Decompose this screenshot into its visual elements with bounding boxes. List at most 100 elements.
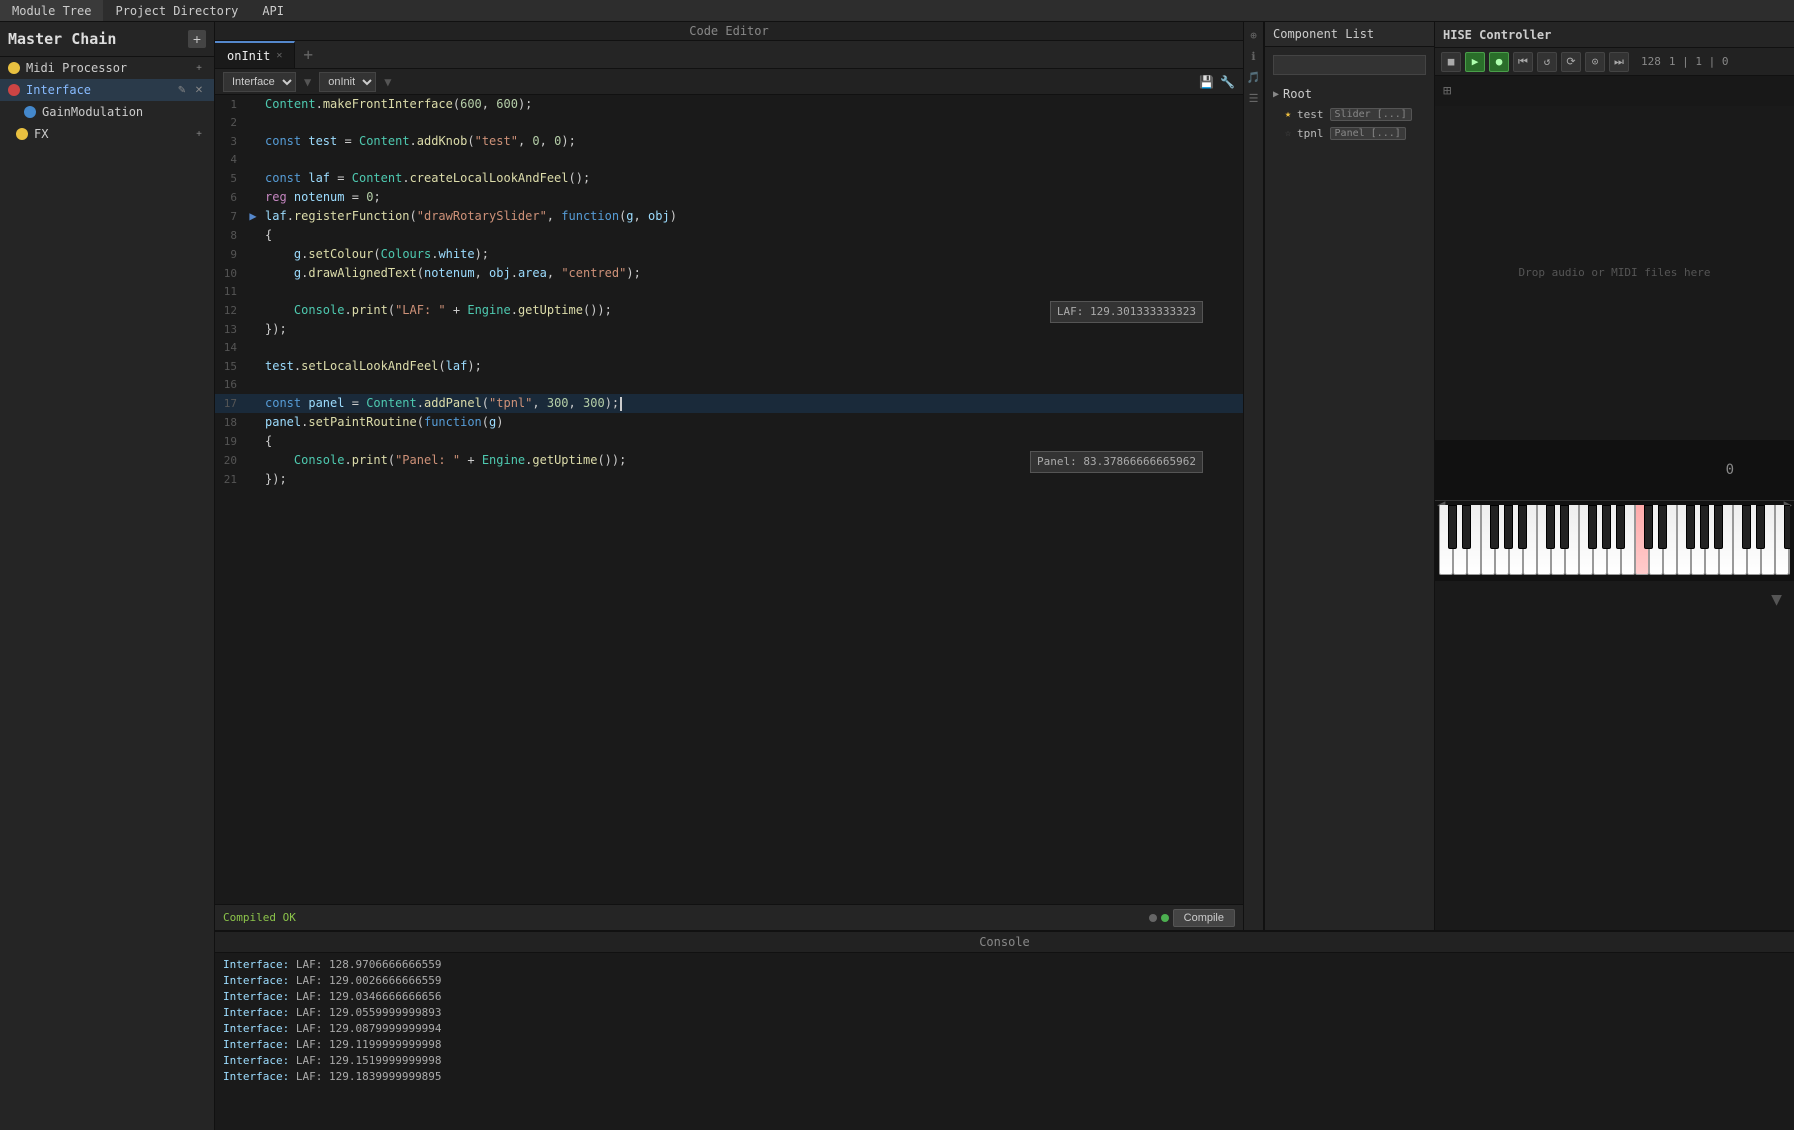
tab-oninit-close[interactable]: ✕ (276, 50, 282, 61)
piano-black-key[interactable] (1490, 505, 1499, 549)
piano-black-key[interactable] (1714, 505, 1723, 549)
indicator-dot-green (1161, 914, 1169, 922)
code-line-7: 7 ▶ laf.registerFunction("drawRotarySlid… (215, 207, 1243, 226)
hise-toolbar: ■ ▶ ● ⏮ ↺ ⟳ ⊙ ⏭ 128 1 | 1 | 0 (1435, 48, 1794, 76)
piano-black-key[interactable] (1504, 505, 1513, 549)
console-line: Interface: LAF: 129.0559999999893 (223, 1005, 1786, 1021)
piano-black-key[interactable] (1448, 505, 1457, 549)
menu-project-directory[interactable]: Project Directory (103, 0, 250, 21)
code-area[interactable]: 1 Content.makeFrontInterface(600, 600); … (215, 95, 1243, 904)
interface-close-btn[interactable]: ✕ (192, 83, 206, 97)
component-root: ▶ Root (1265, 83, 1434, 105)
piano-black-key[interactable] (1602, 505, 1611, 549)
piano-black-key[interactable] (1686, 505, 1695, 549)
save-icon[interactable]: 💾 (1199, 75, 1214, 89)
code-line-8: 8 { (215, 226, 1243, 245)
panel-icon-2[interactable]: ℹ (1245, 47, 1263, 65)
settings-icon[interactable]: 🔧 (1220, 75, 1235, 89)
module-item-gain-modulation[interactable]: GainModulation (0, 101, 214, 123)
test-star: ★ (1285, 109, 1291, 120)
code-line-17: 17 const panel = Content.addPanel("tpnl"… (215, 394, 1243, 413)
left-panel: Master Chain + Midi Processor + Interfac… (0, 22, 215, 1130)
code-line-19: 19 { (215, 432, 1243, 451)
console-content[interactable]: Interface: LAF: 128.9706666666559Interfa… (215, 953, 1794, 1130)
piano-black-key[interactable] (1784, 505, 1790, 549)
console-label: Interface: (223, 1054, 289, 1067)
hise-record-btn[interactable]: ● (1489, 52, 1509, 72)
module-item-interface[interactable]: Interface ✎ ✕ (0, 79, 214, 101)
panel-icon-4[interactable]: ☰ (1245, 89, 1263, 107)
file-select[interactable]: Interface (223, 72, 296, 92)
console-label: Interface: (223, 974, 289, 987)
compile-indicators: Compile (1149, 909, 1235, 927)
piano-black-key[interactable] (1756, 505, 1765, 549)
piano-black-key[interactable] (1588, 505, 1597, 549)
hise-forward-btn[interactable]: ⏭ (1609, 52, 1629, 72)
fx-add-btn[interactable]: + (192, 127, 206, 141)
piano-black-key[interactable] (1546, 505, 1555, 549)
midi-processor-add-btn[interactable]: + (192, 61, 206, 75)
piano-keys[interactable] (1439, 505, 1790, 575)
console-label: Interface: (223, 990, 289, 1003)
panel-icon-3[interactable]: 🎵 (1245, 68, 1263, 86)
console-line: Interface: LAF: 128.9706666666559 (223, 957, 1786, 973)
hise-midi-btn[interactable]: ⊙ (1585, 52, 1605, 72)
tab-add-button[interactable]: + (295, 41, 321, 68)
console-label: Interface: (223, 958, 289, 971)
panel-tooltip: Panel: 83.37866666665962 (1030, 451, 1203, 473)
component-item-test[interactable]: ★ test Slider [...] (1265, 105, 1434, 124)
piano-black-key[interactable] (1700, 505, 1709, 549)
code-line-1: 1 Content.makeFrontInterface(600, 600); (215, 95, 1243, 114)
gain-modulation-name: GainModulation (42, 105, 206, 119)
piano-black-key[interactable] (1462, 505, 1471, 549)
interface-edit-btn[interactable]: ✎ (175, 83, 189, 97)
add-master-chain-button[interactable]: + (188, 30, 206, 48)
piano-black-key[interactable] (1644, 505, 1653, 549)
code-line-15: 15 test.setLocalLookAndFeel(laf); (215, 357, 1243, 376)
console-label: Interface: (223, 1070, 289, 1083)
console-label: Interface: (223, 1006, 289, 1019)
code-line-16: 16 (215, 376, 1243, 394)
piano-black-key[interactable] (1742, 505, 1751, 549)
console-label: Interface: (223, 1022, 289, 1035)
component-search-input[interactable] (1273, 55, 1426, 75)
oscilloscope-value: 0 (1726, 462, 1734, 478)
midi-processor-dot (8, 62, 20, 74)
piano-black-key[interactable] (1616, 505, 1625, 549)
compile-button[interactable]: Compile (1173, 909, 1235, 927)
code-line-5: 5 const laf = Content.createLocalLookAnd… (215, 169, 1243, 188)
menu-module-tree[interactable]: Module Tree (0, 0, 103, 21)
module-item-midi-processor[interactable]: Midi Processor + (0, 57, 214, 79)
hise-loop-btn[interactable]: ↺ (1537, 52, 1557, 72)
meter-panel: ⊞ (1435, 76, 1794, 106)
piano-black-key[interactable] (1518, 505, 1527, 549)
code-editor-title: Code Editor (215, 22, 1243, 41)
laf-tooltip: LAF: 129.301333333323 (1050, 301, 1203, 323)
piano-black-key[interactable] (1658, 505, 1667, 549)
code-line-10: 10 g.drawAlignedText(notenum, obj.area, … (215, 264, 1243, 283)
component-item-tpnl[interactable]: ☆ tpnl Panel [...] (1265, 124, 1434, 143)
grid-icon[interactable]: ⊞ (1443, 83, 1451, 99)
console-line: Interface: LAF: 129.0026666666559 (223, 973, 1786, 989)
hise-bottom-arrow[interactable]: ▼ (1771, 589, 1782, 610)
console-line: Interface: LAF: 129.1519999999998 (223, 1053, 1786, 1069)
tab-oninit[interactable]: onInit ✕ (215, 41, 295, 68)
drop-zone[interactable]: Drop audio or MIDI files here (1435, 106, 1794, 441)
vertical-icon-strip: ⊕ ℹ 🎵 ☰ (1244, 22, 1264, 930)
hise-stop-btn[interactable]: ■ (1441, 52, 1461, 72)
menu-api[interactable]: API (250, 0, 296, 21)
gain-modulation-dot (24, 106, 36, 118)
hise-tempo: 128 (1641, 55, 1661, 68)
editor-toolbar: Interface ▼ onInit ▼ 💾 🔧 (215, 69, 1243, 95)
code-editor-panel: Code Editor onInit ✕ + Interface ▼ (215, 22, 1244, 930)
panel-icon-1[interactable]: ⊕ (1245, 26, 1263, 44)
center-right-main: Code Editor onInit ✕ + Interface ▼ (215, 22, 1794, 930)
component-search-area (1265, 47, 1434, 83)
code-line-14: 14 (215, 339, 1243, 357)
hise-sync-btn[interactable]: ⟳ (1561, 52, 1581, 72)
module-item-fx[interactable]: FX + (0, 123, 214, 145)
callback-select[interactable]: onInit (319, 72, 376, 92)
piano-black-key[interactable] (1560, 505, 1569, 549)
hise-play-btn[interactable]: ▶ (1465, 52, 1485, 72)
hise-rewind-btn[interactable]: ⏮ (1513, 52, 1533, 72)
